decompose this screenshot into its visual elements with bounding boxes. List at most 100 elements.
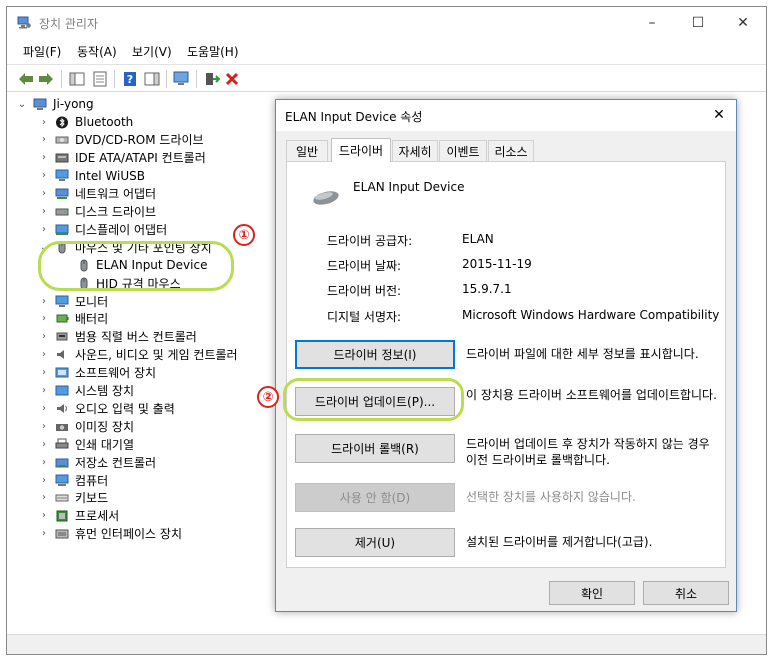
- update-driver-button[interactable]: 드라이버 업데이트(P)...: [295, 387, 455, 416]
- processor-icon: [56, 510, 68, 522]
- tree-item[interactable]: › 저장소 컨트롤러: [7, 453, 273, 471]
- tree-item-label: 소프트웨어 장치: [75, 366, 157, 381]
- driver-provider-value: ELAN: [462, 232, 494, 246]
- disable-device-button[interactable]: 사용 안 함(D): [295, 483, 455, 512]
- close-button[interactable]: ✕: [720, 7, 766, 38]
- tree-item[interactable]: › 키보드: [7, 489, 273, 507]
- dvd-drive-icon: [55, 136, 69, 144]
- show-hide-tree-icon[interactable]: [68, 70, 86, 88]
- tree-item[interactable]: › 인쇄 대기열: [7, 435, 273, 453]
- chevron-right-icon[interactable]: ›: [39, 474, 49, 486]
- tree-child-item[interactable]: HID 규격 마우스: [7, 274, 273, 292]
- driver-details-button[interactable]: 드라이버 정보(I): [295, 340, 455, 369]
- tree-item-label: 인쇄 대기열: [75, 437, 135, 452]
- ide-controller-icon: [55, 153, 69, 163]
- menu-view[interactable]: 보기(V): [132, 43, 172, 60]
- display-adapter-icon: [55, 224, 69, 235]
- tree-item[interactable]: › IDE ATA/ATAPI 컨트롤러: [7, 149, 273, 167]
- tree-item[interactable]: › 사운드, 비디오 및 게임 컨트롤러: [7, 346, 273, 364]
- tree-item-label: 저장소 컨트롤러: [75, 455, 157, 470]
- tree-item[interactable]: › 네트워크 어댑터: [7, 185, 273, 203]
- chevron-right-icon[interactable]: ›: [39, 134, 49, 146]
- tree-item[interactable]: › 프로세서: [7, 507, 273, 525]
- uninstall-driver-button[interactable]: 제거(U): [295, 528, 455, 557]
- chevron-right-icon[interactable]: ›: [39, 116, 49, 128]
- chevron-right-icon[interactable]: ›: [39, 170, 49, 182]
- chevron-right-icon[interactable]: ›: [39, 349, 49, 361]
- chevron-right-icon[interactable]: ›: [39, 438, 49, 450]
- chevron-right-icon[interactable]: ›: [39, 331, 49, 343]
- ok-button[interactable]: 확인: [549, 581, 635, 605]
- action-pane-icon[interactable]: [143, 70, 161, 88]
- digital-signer-value: Microsoft Windows Hardware Compatibility: [462, 308, 720, 322]
- chevron-right-icon[interactable]: ›: [39, 456, 49, 468]
- tree-item[interactable]: › Bluetooth: [7, 113, 273, 131]
- maximize-button[interactable]: ☐: [675, 7, 721, 38]
- tree-item[interactable]: › DVD/CD-ROM 드라이브: [7, 131, 273, 149]
- dialog-close-button[interactable]: ✕: [708, 105, 730, 125]
- chevron-right-icon[interactable]: ›: [39, 313, 49, 325]
- tree-item[interactable]: › 디스크 드라이브: [7, 203, 273, 221]
- chevron-right-icon[interactable]: ›: [39, 385, 49, 397]
- disable-device-desc: 선택한 장치를 사용하지 않습니다.: [466, 490, 636, 504]
- tree-item-label: 사운드, 비디오 및 게임 컨트롤러: [75, 348, 238, 363]
- forward-arrow-icon[interactable]: [37, 70, 55, 88]
- chevron-down-icon[interactable]: ⌄: [17, 98, 27, 110]
- chevron-down-icon[interactable]: ⌄: [39, 241, 49, 253]
- tree-item[interactable]: › 이미징 장치: [7, 417, 273, 435]
- uninstall-icon[interactable]: [223, 70, 241, 88]
- tree-item[interactable]: › 소프트웨어 장치: [7, 364, 273, 382]
- tab-resources[interactable]: 리소스: [488, 140, 534, 161]
- chevron-right-icon[interactable]: ›: [39, 223, 49, 235]
- tree-item[interactable]: › Intel WiUSB: [7, 167, 273, 185]
- tab-general[interactable]: 일반: [286, 140, 328, 161]
- tab-driver[interactable]: 드라이버: [331, 138, 391, 162]
- device-name: ELAN Input Device: [353, 180, 465, 194]
- menu-help[interactable]: 도움말(H): [187, 43, 239, 60]
- software-device-icon: [55, 367, 69, 378]
- tree-child-item[interactable]: ELAN Input Device: [7, 256, 273, 274]
- window-title: 장치 관리자: [39, 17, 99, 31]
- usb-icon: [56, 332, 68, 341]
- tab-details[interactable]: 자세히: [392, 140, 438, 161]
- chevron-right-icon[interactable]: ›: [39, 528, 49, 540]
- update-driver-icon[interactable]: [203, 70, 221, 88]
- tree-item[interactable]: › 배터리: [7, 310, 273, 328]
- tree-item[interactable]: › 컴퓨터: [7, 471, 273, 489]
- tree-root[interactable]: ⌄ Ji-yong: [7, 95, 273, 113]
- menu-file[interactable]: 파일(F): [23, 43, 61, 60]
- chevron-right-icon[interactable]: ›: [39, 402, 49, 414]
- driver-version-value: 15.9.7.1: [462, 282, 512, 296]
- annotation-marker-2: ②: [257, 386, 279, 408]
- tree-item[interactable]: › 휴먼 인터페이스 장치: [7, 525, 273, 543]
- properties-icon[interactable]: [91, 70, 109, 88]
- speaker-icon: [57, 350, 64, 360]
- help-icon[interactable]: ?: [121, 70, 139, 88]
- chevron-right-icon[interactable]: ›: [39, 367, 49, 379]
- tree-item[interactable]: › 시스템 장치: [7, 382, 273, 400]
- system-device-icon: [55, 385, 69, 396]
- menu-action[interactable]: 동작(A): [77, 43, 117, 60]
- tree-item-label: 마우스 및 기타 포인팅 장치: [75, 240, 212, 255]
- cancel-button[interactable]: 취소: [643, 581, 729, 605]
- chevron-right-icon[interactable]: ›: [39, 510, 49, 522]
- minimize-button[interactable]: –: [629, 7, 675, 38]
- back-arrow-icon[interactable]: [17, 70, 35, 88]
- scan-hardware-icon[interactable]: [173, 70, 191, 88]
- chevron-right-icon[interactable]: ›: [39, 206, 49, 218]
- tree-item[interactable]: ⌄ 마우스 및 기타 포인팅 장치: [7, 238, 273, 256]
- monitor-icon: [55, 169, 69, 182]
- tree-item[interactable]: › 오디오 입력 및 출력: [7, 399, 273, 417]
- chevron-right-icon[interactable]: ›: [39, 188, 49, 200]
- tree-item[interactable]: › 모니터: [7, 292, 273, 310]
- tree-item[interactable]: › 범용 직렬 버스 컨트롤러: [7, 328, 273, 346]
- tab-events[interactable]: 이벤트: [439, 140, 487, 161]
- chevron-right-icon[interactable]: ›: [39, 420, 49, 432]
- chevron-right-icon[interactable]: ›: [39, 295, 49, 307]
- chevron-right-icon[interactable]: ›: [39, 152, 49, 164]
- dialog-title: ELAN Input Device 속성: [285, 110, 423, 124]
- chevron-right-icon[interactable]: ›: [39, 492, 49, 504]
- rollback-driver-button[interactable]: 드라이버 롤백(R): [295, 434, 455, 463]
- keyboard-icon: [55, 494, 69, 502]
- tree-item-label: Intel WiUSB: [75, 168, 145, 183]
